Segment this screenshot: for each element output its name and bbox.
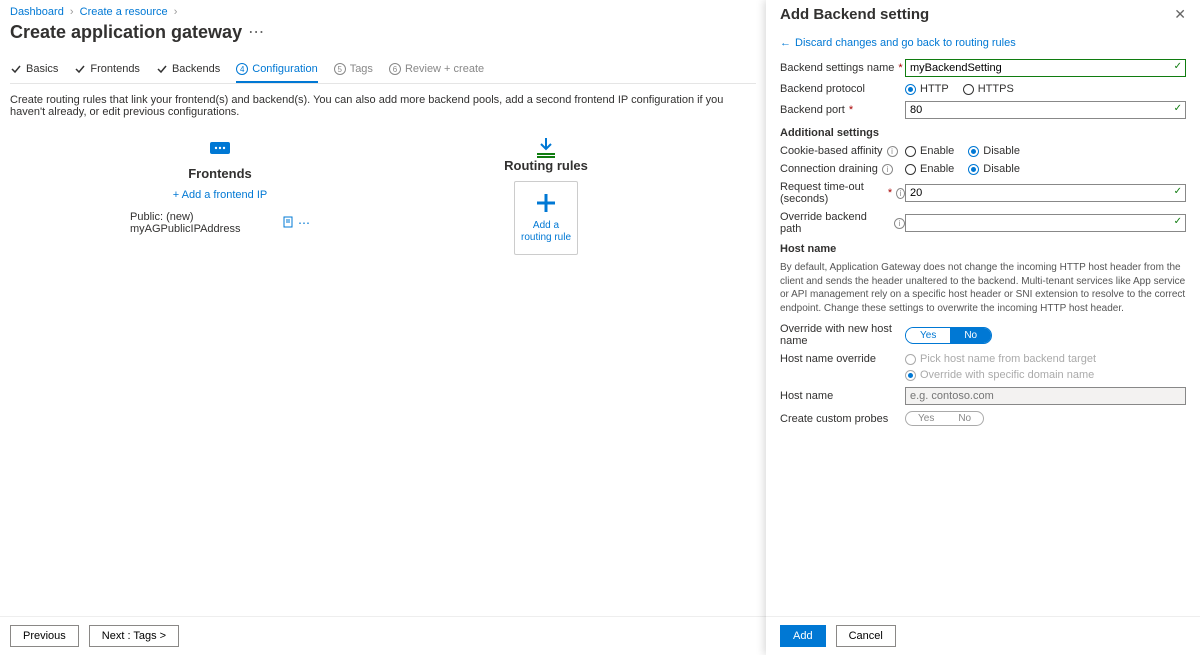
tab-label: Tags	[350, 63, 373, 75]
page-description: Create routing rules that link your fron…	[10, 94, 756, 118]
wizard-tabs: Basics Frontends Backends 4 Configuratio…	[10, 57, 756, 84]
frontend-item-label: Public: (new) myAGPublicIPAddress	[130, 211, 268, 235]
discard-changes-link[interactable]: ← Discard changes and go back to routing…	[780, 37, 1186, 49]
tile-caption: Add a routing rule	[519, 220, 573, 244]
tab-label: Review + create	[405, 63, 484, 75]
radio-http[interactable]: HTTP	[905, 83, 949, 95]
breadcrumb-item-create-resource[interactable]: Create a resource	[80, 6, 168, 18]
tab-frontends[interactable]: Frontends	[74, 57, 140, 83]
toggle-no[interactable]: No	[950, 328, 991, 343]
radio-affinity-disable[interactable]: Disable	[968, 145, 1020, 157]
previous-button[interactable]: Previous	[10, 625, 79, 647]
cancel-button[interactable]: Cancel	[836, 625, 896, 647]
tab-label: Configuration	[252, 63, 317, 75]
radio-override-specific: Override with specific domain name	[905, 369, 1186, 381]
tab-label: Frontends	[90, 63, 140, 75]
more-actions-icon[interactable]: ⋯	[248, 25, 264, 41]
tab-tags[interactable]: 5 Tags	[334, 57, 373, 83]
more-icon[interactable]: ⋯	[298, 216, 310, 231]
frontends-icon	[208, 136, 232, 160]
add-backend-setting-panel: Add Backend setting ✕ ← Discard changes …	[766, 0, 1200, 655]
panel-title: Add Backend setting	[780, 6, 929, 23]
step-number-icon: 6	[389, 63, 401, 75]
label-connection-draining: Connection draining i	[780, 163, 905, 175]
info-icon[interactable]: i	[896, 188, 905, 199]
routing-rules-column: Routing rules Add a routing rule	[456, 136, 636, 255]
label-backend-protocol: Backend protocol	[780, 83, 905, 95]
toggle-yes: Yes	[906, 412, 946, 425]
check-icon	[10, 63, 22, 75]
step-number-icon: 4	[236, 63, 248, 75]
label-cookie-affinity: Cookie-based affinity i	[780, 145, 905, 157]
label-override-with-new-host: Override with new host name	[780, 323, 905, 347]
additional-settings-heading: Additional settings	[780, 127, 1186, 139]
chevron-right-icon: ›	[174, 6, 178, 18]
label-override-backend-path: Override backend path i	[780, 211, 905, 235]
label-host-name: Host name	[780, 390, 905, 402]
frontend-item: Public: (new) myAGPublicIPAddress ⋯	[130, 211, 310, 235]
toggle-no: No	[946, 412, 983, 425]
breadcrumb: Dashboard › Create a resource ›	[10, 6, 756, 18]
frontends-column: Frontends + Add a frontend IP Public: (n…	[130, 136, 310, 235]
tab-basics[interactable]: Basics	[10, 57, 58, 83]
backend-port-input[interactable]	[905, 101, 1186, 119]
add-button[interactable]: Add	[780, 625, 826, 647]
tab-configuration[interactable]: 4 Configuration	[236, 57, 317, 83]
backend-settings-name-input[interactable]	[905, 59, 1186, 77]
left-arrow-icon: ←	[780, 37, 791, 49]
check-icon	[74, 63, 86, 75]
radio-draining-enable[interactable]: Enable	[905, 163, 954, 175]
close-icon[interactable]: ✕	[1174, 6, 1186, 23]
host-name-heading: Host name	[780, 243, 1186, 255]
edit-icon[interactable]	[282, 216, 294, 231]
tab-label: Basics	[26, 63, 58, 75]
info-icon[interactable]: i	[894, 218, 905, 229]
plus-icon	[533, 190, 559, 216]
check-icon	[156, 63, 168, 75]
radio-affinity-enable[interactable]: Enable	[905, 145, 954, 157]
panel-footer: Add Cancel	[766, 616, 1200, 655]
routing-rules-title: Routing rules	[504, 158, 588, 173]
wizard-footer: Previous Next : Tags >	[0, 616, 766, 655]
label-request-timeout: Request time-out (seconds) * i	[780, 181, 905, 205]
host-name-input	[905, 387, 1186, 405]
tab-label: Backends	[172, 63, 220, 75]
radio-https[interactable]: HTTPS	[963, 83, 1014, 95]
add-frontend-ip-link[interactable]: + Add a frontend IP	[173, 189, 268, 201]
breadcrumb-item-dashboard[interactable]: Dashboard	[10, 6, 64, 18]
toggle-yes[interactable]: Yes	[906, 328, 950, 343]
routing-rules-icon	[533, 136, 559, 158]
label-backend-port: Backend port *	[780, 104, 905, 116]
page-title: Create application gateway	[10, 22, 242, 43]
label-custom-probes: Create custom probes	[780, 413, 905, 425]
label-host-name-override: Host name override	[780, 353, 905, 365]
radio-pick-from-backend: Pick host name from backend target	[905, 353, 1186, 365]
step-number-icon: 5	[334, 63, 346, 75]
custom-probes-toggle: Yes No	[905, 411, 984, 426]
next-button[interactable]: Next : Tags >	[89, 625, 179, 647]
label-backend-settings-name: Backend settings name *	[780, 62, 905, 74]
tab-backends[interactable]: Backends	[156, 57, 220, 83]
tab-review-create[interactable]: 6 Review + create	[389, 57, 484, 83]
add-routing-rule-tile[interactable]: Add a routing rule	[514, 181, 578, 255]
host-name-description: By default, Application Gateway does not…	[780, 261, 1186, 315]
info-icon[interactable]: i	[882, 164, 893, 175]
override-host-toggle[interactable]: Yes No	[905, 327, 992, 344]
info-icon[interactable]: i	[887, 146, 898, 157]
request-timeout-input[interactable]	[905, 184, 1186, 202]
override-backend-path-input[interactable]	[905, 214, 1186, 232]
radio-draining-disable[interactable]: Disable	[968, 163, 1020, 175]
chevron-right-icon: ›	[70, 6, 74, 18]
frontends-title: Frontends	[188, 166, 252, 181]
